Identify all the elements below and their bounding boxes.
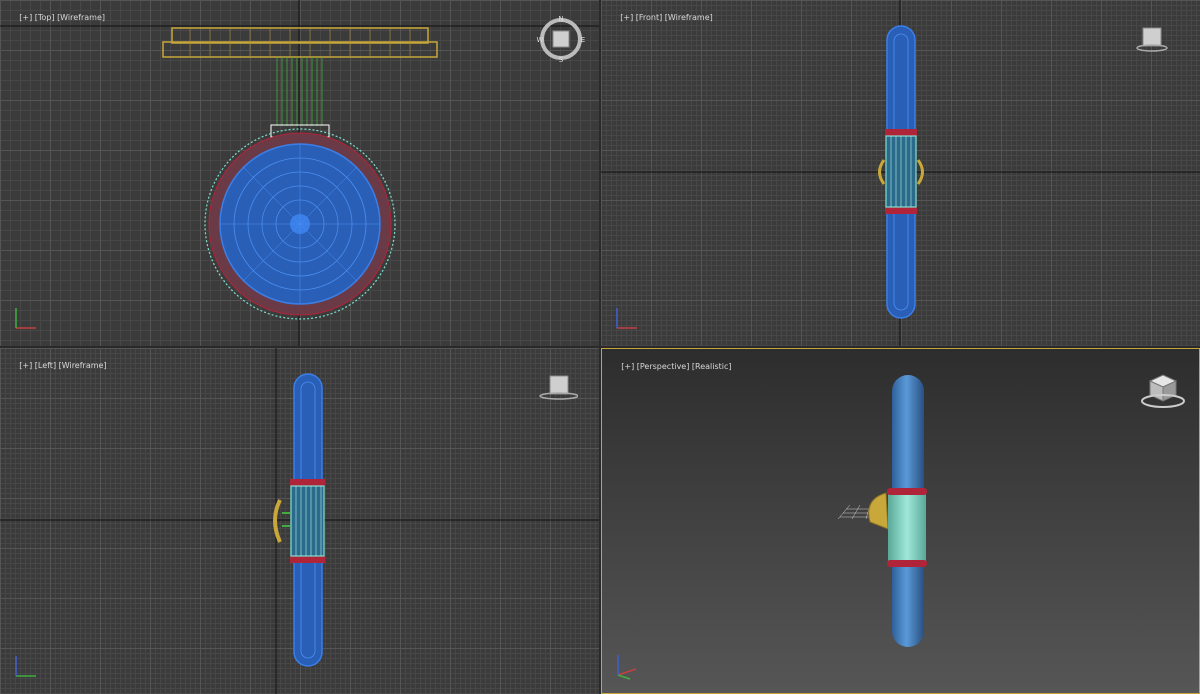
compass-n: N — [558, 15, 563, 23]
viewport-perspective[interactable]: [+] [Perspective] [Realistic] — [601, 348, 1200, 694]
point-of-view-menu[interactable]: [Perspective] — [637, 362, 690, 371]
point-of-view-menu[interactable]: [Top] — [35, 13, 55, 22]
compass-icon[interactable]: N S E W — [536, 14, 586, 64]
ring-lower-left — [290, 556, 325, 563]
viewcube-icon[interactable] — [1138, 371, 1188, 411]
viewport-top[interactable]: [+] [Top] [Wireframe] N S E W — [0, 0, 599, 346]
compass-e: E — [581, 36, 585, 44]
viewport-menu-plus[interactable]: [+] — [19, 13, 32, 22]
viewport-front[interactable]: [+] [Front] [Wireframe] — [601, 0, 1200, 346]
shading-menu[interactable]: [Wireframe] — [57, 13, 105, 22]
left-scene — [0, 348, 599, 694]
perspective-scene — [837, 375, 927, 647]
ring-upper-left — [290, 479, 325, 486]
ring-upper-front — [885, 129, 917, 136]
viewport-label-left: [+] [Left] [Wireframe] — [4, 352, 107, 379]
shading-menu[interactable]: [Realistic] — [692, 362, 732, 371]
point-of-view-menu[interactable]: [Front] — [636, 13, 662, 22]
lamp-disc-top — [204, 128, 396, 320]
compass-s: S — [559, 56, 564, 64]
axis-gizmo-icon — [15, 656, 36, 677]
viewport-left[interactable]: [+] [Left] [Wireframe] — [0, 348, 599, 694]
point-of-view-menu[interactable]: [Left] — [35, 361, 56, 370]
viewport-label-perspective: [+] [Perspective] [Realistic] — [606, 353, 732, 380]
front-scene — [601, 0, 1200, 346]
ring-lower-perspective — [887, 560, 927, 567]
shading-menu[interactable]: [Wireframe] — [59, 361, 107, 370]
viewport-label-front: [+] [Front] [Wireframe] — [605, 4, 713, 31]
mount-plate — [162, 27, 438, 58]
viewport-layout: [+] [Top] [Wireframe] N S E W [+] [Front… — [0, 0, 1200, 694]
shading-menu[interactable]: [Wireframe] — [665, 13, 713, 22]
axis-gizmo-icon — [617, 655, 637, 680]
viewcube-icon[interactable] — [536, 372, 578, 402]
viewport-menu-plus[interactable]: [+] — [621, 362, 634, 371]
axis-gizmo-icon — [15, 308, 36, 329]
viewport-menu-plus[interactable]: [+] — [19, 361, 32, 370]
viewport-menu-plus[interactable]: [+] — [620, 13, 633, 22]
axis-gizmo-icon — [616, 308, 637, 329]
ring-upper-perspective — [887, 488, 927, 495]
top-scene — [0, 0, 599, 346]
viewcube-icon[interactable] — [1135, 24, 1169, 54]
lamp-shade-perspective — [868, 492, 889, 530]
compass-w: W — [537, 36, 544, 44]
viewport-label-top: [+] [Top] [Wireframe] — [4, 4, 105, 31]
band-perspective — [888, 489, 926, 565]
ring-lower-front — [885, 207, 917, 214]
